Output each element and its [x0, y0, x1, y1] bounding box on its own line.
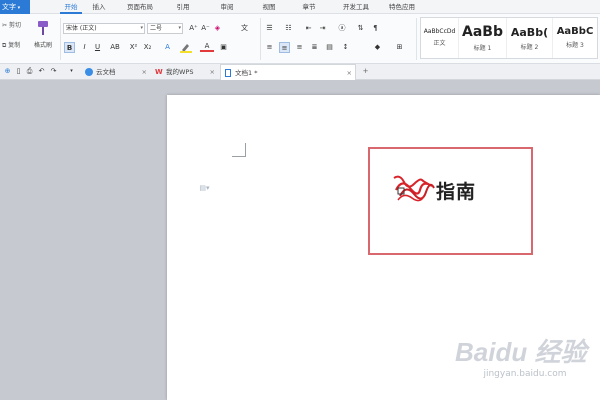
chevron-down-icon: ▾ [178, 25, 181, 31]
justify-icon[interactable]: ≣ [309, 42, 320, 53]
style-name: 标题 1 [473, 45, 492, 52]
strikethrough-icon[interactable]: AB [106, 42, 124, 53]
app-menu-button[interactable]: 文字 ▾ [0, 0, 30, 14]
redo-icon[interactable]: ↷ [48, 66, 59, 77]
close-icon[interactable]: × [210, 64, 215, 80]
style-name: 标题 3 [566, 42, 584, 49]
format-painter-label: 格式刷 [33, 42, 52, 49]
group-divider [260, 18, 261, 60]
format-painter-icon [38, 21, 48, 35]
tab-special-apps[interactable]: 特色应用 [384, 0, 420, 14]
group-divider [416, 18, 417, 60]
style-heading-3[interactable]: AaBbC 标题 3 [553, 18, 597, 58]
heading-text: 指南 [436, 181, 477, 203]
cut-button[interactable]: ✂ 剪切 [2, 20, 21, 29]
decrease-indent-icon[interactable]: ⇤ [303, 23, 314, 34]
quick-access-menu-icon[interactable]: ▾ [66, 66, 77, 77]
style-heading-2[interactable]: AaBb( 标题 2 [507, 18, 553, 58]
new-doc-icon[interactable]: ▯ [13, 66, 24, 77]
doc-tab-document1[interactable]: 文档1 * × [220, 64, 356, 80]
distribute-icon[interactable]: ▤ [324, 42, 335, 53]
clear-format-icon[interactable]: ◈ [212, 23, 223, 34]
shading-icon[interactable]: ◆ [372, 42, 383, 53]
numbered-list-icon[interactable]: ☷ [283, 23, 294, 34]
sort-icon[interactable]: ⇅ [355, 23, 366, 34]
style-sample: AaBb [462, 24, 503, 40]
line-spacing-icon[interactable]: ↕ [340, 42, 351, 53]
watermark-brand: Baidu 经验 [455, 337, 587, 367]
globe-icon[interactable]: ⊕ [2, 66, 13, 77]
doc-tab-label: 我的WPS [166, 68, 194, 76]
format-painter-button[interactable]: 格式刷 [28, 20, 58, 58]
border-icon[interactable]: ⊞ [394, 42, 405, 53]
shrink-font-icon[interactable]: A⁻ [200, 23, 211, 34]
margin-corner-mark [232, 143, 246, 157]
copy-icon: ⧉ [2, 42, 7, 49]
underline-icon[interactable]: U [92, 42, 103, 53]
undo-icon[interactable]: ↶ [36, 66, 47, 77]
close-icon[interactable]: × [142, 64, 147, 80]
increase-indent-icon[interactable]: ⇥ [317, 23, 328, 34]
close-icon[interactable]: × [347, 65, 352, 81]
scissors-icon: ✂ [2, 22, 8, 29]
pinyin-guide-icon[interactable]: 文 [239, 23, 250, 34]
font-size-select[interactable]: 二号 ▾ [147, 23, 183, 34]
font-size-value: 二号 [150, 25, 163, 32]
cut-label: 剪切 [8, 22, 21, 29]
print-icon[interactable]: ⎙ [24, 66, 35, 77]
highlight-icon[interactable] [178, 42, 194, 53]
tab-references[interactable]: 引用 [172, 0, 194, 14]
italic-icon[interactable]: I [79, 42, 90, 53]
scribble-redaction [393, 175, 435, 202]
text-effect-icon[interactable]: A [162, 42, 173, 53]
style-heading-1[interactable]: AaBb 标题 1 [459, 18, 507, 58]
app-menu-label: 文字 [2, 3, 16, 11]
style-name: 标题 2 [520, 44, 539, 51]
tab-review[interactable]: 审阅 [216, 0, 238, 14]
align-left-icon[interactable]: ≡ [264, 42, 275, 53]
style-normal[interactable]: AaBbCcDd 正文 [421, 18, 459, 58]
chinese-layout-icon[interactable]: ⓐ [335, 23, 349, 34]
font-family-select[interactable]: 宋体 (正文) ▾ [63, 23, 145, 34]
doc-tab-cloud[interactable]: 云文档 × [82, 64, 150, 80]
show-marks-icon[interactable]: ¶ [370, 23, 381, 34]
style-sample: AaBb( [510, 26, 549, 39]
group-divider [60, 18, 61, 60]
superscript-icon[interactable]: X² [128, 42, 139, 53]
watermark-url: jingyan.baidu.com [483, 369, 567, 379]
tab-home[interactable]: 开始 [60, 0, 82, 14]
document-icon [225, 69, 231, 77]
copy-label: 复制 [8, 42, 21, 49]
char-shading-icon[interactable]: ▣ [218, 42, 229, 53]
align-center-icon[interactable]: ≡ [279, 42, 290, 53]
tab-insert[interactable]: 插入 [88, 0, 110, 14]
bold-icon[interactable]: B [64, 42, 75, 53]
tab-section[interactable]: 章节 [298, 0, 320, 14]
copy-button[interactable]: ⧉ 复制 [2, 40, 20, 50]
doc-tab-my-wps[interactable]: W 我的WPS × [152, 64, 218, 80]
doc-tab-label: 文档1 * [235, 69, 258, 77]
add-tab-icon[interactable]: + [360, 66, 371, 77]
font-color-icon[interactable]: A [200, 42, 214, 53]
subscript-icon[interactable]: X₂ [142, 42, 153, 53]
align-right-icon[interactable]: ≡ [294, 42, 305, 53]
tab-developer[interactable]: 开发工具 [338, 0, 374, 14]
tab-page-layout[interactable]: 页面布局 [122, 0, 158, 14]
style-sample: AaBbC [556, 26, 594, 37]
cloud-icon [85, 68, 93, 76]
baidu-watermark: Baidu 经验 jingyan.baidu.com [455, 332, 595, 398]
style-sample: AaBbCcDd [423, 28, 456, 35]
wps-logo-icon: W [155, 68, 163, 76]
style-name: 正文 [433, 40, 446, 47]
doc-tab-label: 云文档 [96, 68, 116, 76]
grow-font-icon[interactable]: A⁺ [188, 23, 199, 34]
paragraph-handle-icon[interactable]: ▤▾ [199, 183, 210, 194]
chevron-down-icon: ▾ [140, 25, 143, 31]
bullet-list-icon[interactable]: ☰ [264, 23, 275, 34]
font-family-value: 宋体 (正文) [66, 25, 97, 32]
styles-gallery: AaBbCcDd 正文 AaBb 标题 1 AaBb( 标题 2 AaBbC 标… [420, 17, 598, 59]
tab-view[interactable]: 视图 [258, 0, 280, 14]
